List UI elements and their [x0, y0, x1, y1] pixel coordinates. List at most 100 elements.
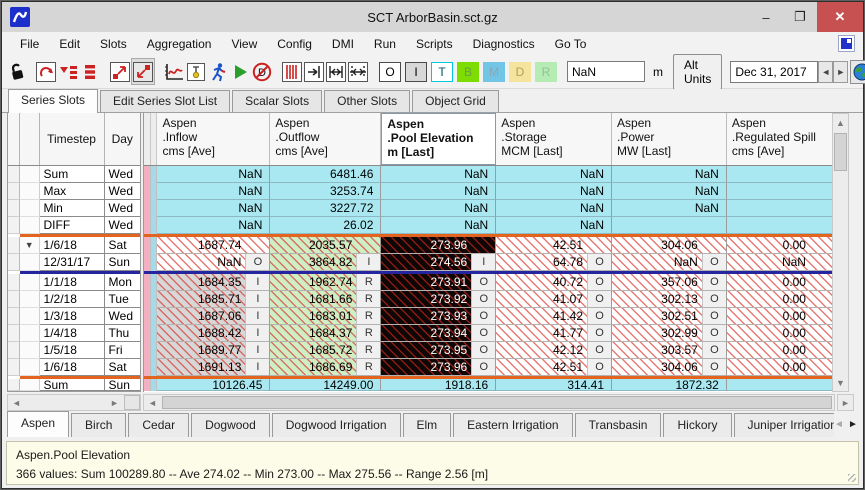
day-cell[interactable]: Wed — [105, 308, 140, 325]
flag-button-r[interactable]: R — [535, 62, 557, 82]
value-cell[interactable]: 302.51O — [612, 308, 727, 325]
flag-cell[interactable]: O — [471, 291, 495, 307]
flag-cell[interactable]: I — [245, 342, 269, 358]
flag-button-o[interactable]: O — [379, 62, 401, 82]
flag-cell[interactable]: I — [245, 274, 269, 290]
column-expand-icon[interactable] — [347, 58, 369, 85]
value-cell[interactable]: 1684.35I — [157, 274, 270, 291]
value-cell[interactable]: 0.00 — [727, 237, 835, 254]
value-cell[interactable]: 42.12O — [496, 342, 612, 359]
timestep-cell[interactable]: 1/6/18 — [40, 237, 105, 254]
value-cell[interactable]: 302.99O — [612, 325, 727, 342]
vertical-scrollbar[interactable]: ▲ ▼ — [832, 113, 849, 392]
summary-cell[interactable]: 14249.00 — [270, 379, 381, 391]
flag-cell[interactable]: O — [471, 342, 495, 358]
globe-button[interactable] — [850, 60, 865, 84]
flag-cell[interactable]: O — [702, 342, 726, 358]
left-scroll-right-icon[interactable]: ► — [107, 395, 122, 410]
date-field[interactable]: Dec 31, 2017 — [730, 61, 818, 83]
flag-button-t[interactable]: T — [431, 62, 453, 82]
value-cell[interactable]: 1689.77I — [157, 342, 270, 359]
main-hscrollbar[interactable]: ◄ — [143, 394, 835, 411]
summary-cell[interactable]: NaN — [496, 166, 612, 183]
flag-cell[interactable]: I — [356, 254, 380, 270]
value-cell[interactable]: NaN — [727, 254, 835, 271]
menu-edit[interactable]: Edit — [49, 34, 90, 54]
row-handle[interactable] — [8, 237, 20, 254]
value-cell[interactable]: 1684.37R — [270, 325, 381, 342]
object-tab-dogwood[interactable]: Dogwood — [191, 413, 270, 437]
summary-cell[interactable] — [727, 183, 835, 200]
menu-dmi[interactable]: DMI — [322, 34, 364, 54]
scroll-down-icon[interactable]: ▼ — [833, 375, 848, 390]
flag-cell[interactable]: R — [356, 342, 380, 358]
flag-cell[interactable]: R — [356, 359, 380, 375]
day-cell[interactable]: Tue — [105, 291, 140, 308]
flag-cell[interactable]: O — [702, 359, 726, 375]
row-handle[interactable] — [8, 200, 20, 217]
value-cell[interactable]: 42.51 — [496, 237, 612, 254]
object-tab-hickory[interactable]: Hickory — [663, 413, 731, 437]
row-handle[interactable] — [8, 274, 20, 291]
alt-units-button[interactable]: Alt Units — [673, 54, 722, 90]
expand-slot-icon[interactable] — [109, 58, 131, 85]
summary-cell[interactable]: NaN — [381, 166, 496, 183]
value-cell[interactable]: 0.00 — [727, 325, 835, 342]
summary-cell[interactable]: 3227.72 — [270, 200, 381, 217]
main-scroll-left-icon[interactable]: ◄ — [145, 395, 160, 410]
flag-cell[interactable]: I — [245, 325, 269, 341]
flag-cell[interactable]: O — [587, 308, 611, 324]
row-handle[interactable] — [8, 379, 20, 391]
value-cell[interactable]: 0.00 — [727, 291, 835, 308]
value-cell[interactable]: 304.06O — [612, 359, 727, 376]
value-cell[interactable]: 1685.72R — [270, 342, 381, 359]
flag-button-i[interactable]: I — [405, 62, 427, 82]
flag-cell[interactable]: I — [245, 291, 269, 307]
sct-mini-icon[interactable] — [838, 35, 855, 52]
row-config-icon[interactable] — [79, 58, 101, 85]
timestep-cell[interactable]: Sum — [40, 166, 105, 183]
flag-cell[interactable]: O — [587, 274, 611, 290]
day-cell[interactable]: Wed — [105, 166, 140, 183]
splitter-grip[interactable] — [124, 395, 140, 410]
value-cell[interactable]: 357.06O — [612, 274, 727, 291]
column-header-outflow[interactable]: Aspen.Outflowcms [Ave] — [270, 113, 381, 165]
value-cell[interactable]: 41.77O — [496, 325, 612, 342]
value-cell[interactable]: 2035.57 — [270, 237, 381, 254]
tabs-scroll-right-icon[interactable]: ► — [846, 415, 860, 433]
resize-grip[interactable] — [848, 474, 856, 482]
summary-cell[interactable]: NaN — [157, 166, 270, 183]
open-slot-icon[interactable] — [185, 58, 207, 85]
row-handle[interactable] — [8, 254, 20, 271]
column-width-icon[interactable] — [325, 58, 347, 85]
left-scroll-left-icon[interactable]: ◄ — [9, 395, 24, 410]
summary-cell[interactable]: 1918.16 — [381, 379, 496, 391]
menu-diagnostics[interactable]: Diagnostics — [463, 34, 545, 54]
timestep-cell[interactable]: 1/2/18 — [40, 291, 105, 308]
flag-cell[interactable]: O — [702, 274, 726, 290]
timestep-cell[interactable]: DIFF — [40, 217, 105, 234]
value-cell[interactable]: 1962.74R — [270, 274, 381, 291]
value-cell[interactable]: 40.72O — [496, 274, 612, 291]
object-tab-cedar[interactable]: Cedar — [128, 413, 189, 437]
day-header[interactable]: Day — [105, 113, 140, 165]
main-scroll-right-icon[interactable]: ► — [838, 395, 853, 410]
value-input[interactable] — [567, 61, 645, 82]
value-cell[interactable]: NaNO — [157, 254, 270, 271]
menu-go-to[interactable]: Go To — [545, 34, 597, 54]
expander-icon[interactable]: ▼ — [20, 237, 40, 254]
object-tab-eastern-irrigation[interactable]: Eastern Irrigation — [453, 413, 572, 437]
value-cell[interactable]: 1686.69R — [270, 359, 381, 376]
day-cell[interactable]: Sun — [105, 379, 140, 391]
value-cell[interactable]: 273.94O — [381, 325, 496, 342]
value-cell[interactable]: 0.00 — [727, 274, 835, 291]
day-cell[interactable]: Mon — [105, 274, 140, 291]
flag-cell[interactable]: O — [587, 254, 611, 270]
value-cell[interactable]: 273.92O — [381, 291, 496, 308]
summary-cell[interactable]: 10126.45 — [157, 379, 270, 391]
scroll-up-icon[interactable]: ▲ — [833, 115, 848, 130]
flag-button-d[interactable]: D — [509, 62, 531, 82]
flag-cell[interactable]: O — [245, 254, 269, 270]
menu-config[interactable]: Config — [267, 34, 322, 54]
minimize-button[interactable]: – — [749, 2, 783, 32]
